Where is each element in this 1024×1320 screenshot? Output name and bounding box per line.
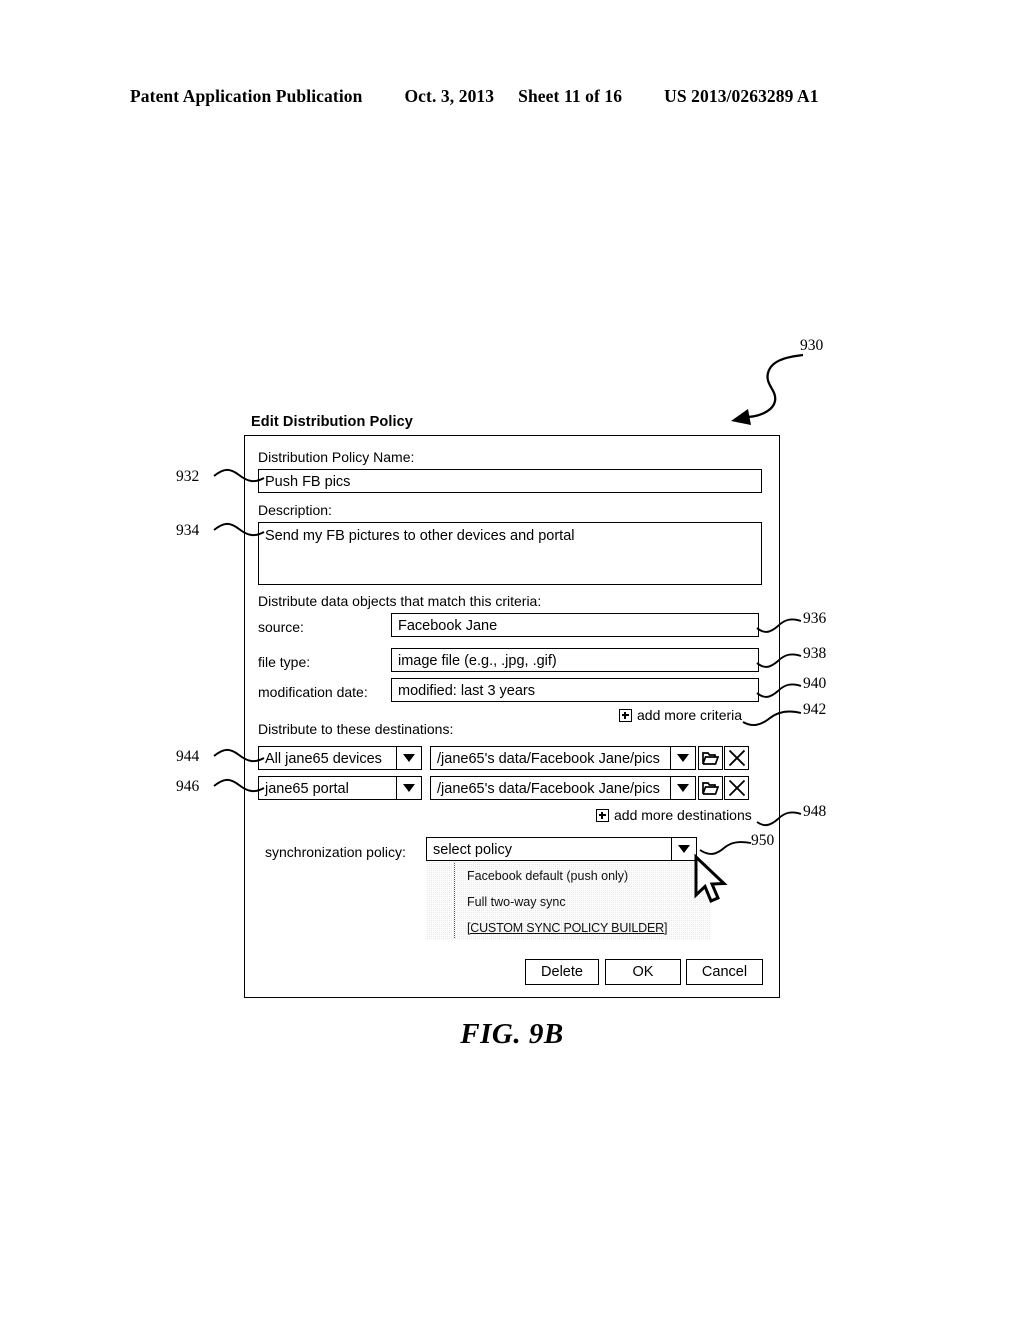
dialog-title: Edit Distribution Policy bbox=[251, 414, 413, 430]
destination-target-value-1[interactable]: All jane65 devices bbox=[258, 746, 396, 770]
destination-path-value-2[interactable]: /jane65's data/Facebook Jane/pics bbox=[430, 776, 670, 800]
ref-948-leader-line bbox=[756, 811, 802, 827]
ref-946-leader-line bbox=[213, 778, 265, 793]
policy-name-label: Distribution Policy Name: bbox=[258, 449, 415, 465]
destination-target-value-2[interactable]: jane65 portal bbox=[258, 776, 396, 800]
patent-number: US 2013/0263289 A1 bbox=[664, 86, 819, 106]
ref-944-leader-line bbox=[213, 748, 265, 763]
destination-path-combo-1[interactable]: /jane65's data/Facebook Jane/pics bbox=[430, 746, 696, 770]
ref-946: 946 bbox=[176, 778, 200, 795]
sheet-number: Sheet 11 of 16 bbox=[518, 86, 623, 106]
destination-path-dropdown-arrow-2[interactable] bbox=[670, 776, 696, 800]
close-x-icon bbox=[728, 749, 745, 767]
ok-button[interactable]: OK bbox=[605, 959, 681, 985]
chevron-down-icon bbox=[677, 754, 689, 762]
destinations-heading: Distribute to these destinations: bbox=[258, 721, 454, 737]
ref-938: 938 bbox=[803, 645, 827, 662]
plus-box-icon bbox=[619, 708, 632, 722]
mouse-pointer-icon bbox=[694, 853, 728, 903]
ref-940-leader-line bbox=[756, 683, 802, 698]
description-label: Description: bbox=[258, 502, 332, 518]
ref-950-leader-line bbox=[699, 841, 752, 855]
ref-934-leader-line bbox=[213, 522, 265, 537]
folder-icon bbox=[702, 752, 719, 765]
ref-938-leader-line bbox=[756, 653, 802, 668]
ref-948: 948 bbox=[803, 803, 827, 820]
ref-936-leader-line bbox=[756, 618, 802, 633]
ref-934: 934 bbox=[176, 522, 200, 539]
chevron-down-icon bbox=[678, 845, 690, 853]
ref-936: 936 bbox=[803, 610, 827, 627]
destination-target-combo-1[interactable]: All jane65 devices bbox=[258, 746, 422, 770]
sync-policy-combo[interactable]: select policy bbox=[426, 837, 697, 861]
sync-policy-option-2[interactable]: [CUSTOM SYNC POLICY BUILDER] bbox=[467, 921, 667, 935]
destination-browse-folder-button-2[interactable] bbox=[698, 776, 723, 800]
destination-target-dropdown-arrow-2[interactable] bbox=[396, 776, 422, 800]
patent-page-header: Patent Application Publication Oct. 3, 2… bbox=[130, 86, 890, 112]
sync-policy-dropdown-menu[interactable]: Facebook default (push only) Full two-wa… bbox=[426, 861, 711, 940]
ref-940: 940 bbox=[803, 675, 827, 692]
add-more-destinations-label: add more destinations bbox=[614, 807, 752, 823]
sync-policy-option-0[interactable]: Facebook default (push only) bbox=[467, 869, 628, 883]
delete-button[interactable]: Delete bbox=[525, 959, 599, 985]
criteria-source-label: source: bbox=[258, 619, 304, 635]
destination-remove-button-1[interactable] bbox=[724, 746, 749, 770]
destination-browse-folder-button-1[interactable] bbox=[698, 746, 723, 770]
destination-remove-button-2[interactable] bbox=[724, 776, 749, 800]
criteria-filetype-input[interactable]: image file (e.g., .jpg, .gif) bbox=[391, 648, 759, 672]
cancel-button[interactable]: Cancel bbox=[686, 959, 763, 985]
edit-distribution-policy-dialog: Distribution Policy Name: Push FB pics D… bbox=[244, 435, 780, 998]
criteria-filetype-label: file type: bbox=[258, 654, 311, 670]
folder-icon bbox=[702, 782, 719, 795]
destination-path-value-1[interactable]: /jane65's data/Facebook Jane/pics bbox=[430, 746, 670, 770]
criteria-heading: Distribute data objects that match this … bbox=[258, 593, 542, 609]
ref-944: 944 bbox=[176, 748, 200, 765]
sync-policy-selected-value[interactable]: select policy bbox=[426, 837, 671, 861]
criteria-moddate-input[interactable]: modified: last 3 years bbox=[391, 678, 759, 702]
add-more-criteria-label: add more criteria bbox=[637, 707, 743, 723]
destination-path-combo-2[interactable]: /jane65's data/Facebook Jane/pics bbox=[430, 776, 696, 800]
figure-caption: FIG. 9B bbox=[460, 1018, 564, 1050]
destination-path-dropdown-arrow-1[interactable] bbox=[670, 746, 696, 770]
chevron-down-icon bbox=[403, 754, 415, 762]
destination-target-combo-2[interactable]: jane65 portal bbox=[258, 776, 422, 800]
publication-label: Patent Application Publication bbox=[130, 86, 363, 106]
criteria-moddate-label: modification date: bbox=[258, 684, 368, 700]
sync-policy-label: synchronization policy: bbox=[265, 844, 406, 860]
close-x-icon bbox=[728, 779, 745, 797]
plus-box-icon bbox=[596, 808, 609, 822]
ref-942-leader-line bbox=[742, 710, 802, 726]
ref-930: 930 bbox=[800, 337, 824, 354]
ref-932-leader-line bbox=[213, 468, 265, 483]
sync-policy-option-1[interactable]: Full two-way sync bbox=[467, 895, 566, 909]
criteria-source-input[interactable]: Facebook Jane bbox=[391, 613, 759, 637]
add-more-criteria-button[interactable]: add more criteria bbox=[619, 707, 742, 723]
add-more-destinations-button[interactable]: add more destinations bbox=[596, 807, 752, 823]
description-textarea[interactable]: Send my FB pictures to other devices and… bbox=[258, 522, 762, 585]
chevron-down-icon bbox=[677, 784, 689, 792]
publication-date: Oct. 3, 2013 bbox=[404, 86, 495, 106]
menu-divider bbox=[454, 863, 455, 938]
ref-932: 932 bbox=[176, 468, 200, 485]
policy-name-input[interactable]: Push FB pics bbox=[258, 469, 762, 493]
ref-942: 942 bbox=[803, 701, 827, 718]
destination-target-dropdown-arrow-1[interactable] bbox=[396, 746, 422, 770]
ref-950: 950 bbox=[751, 832, 775, 849]
chevron-down-icon bbox=[403, 784, 415, 792]
